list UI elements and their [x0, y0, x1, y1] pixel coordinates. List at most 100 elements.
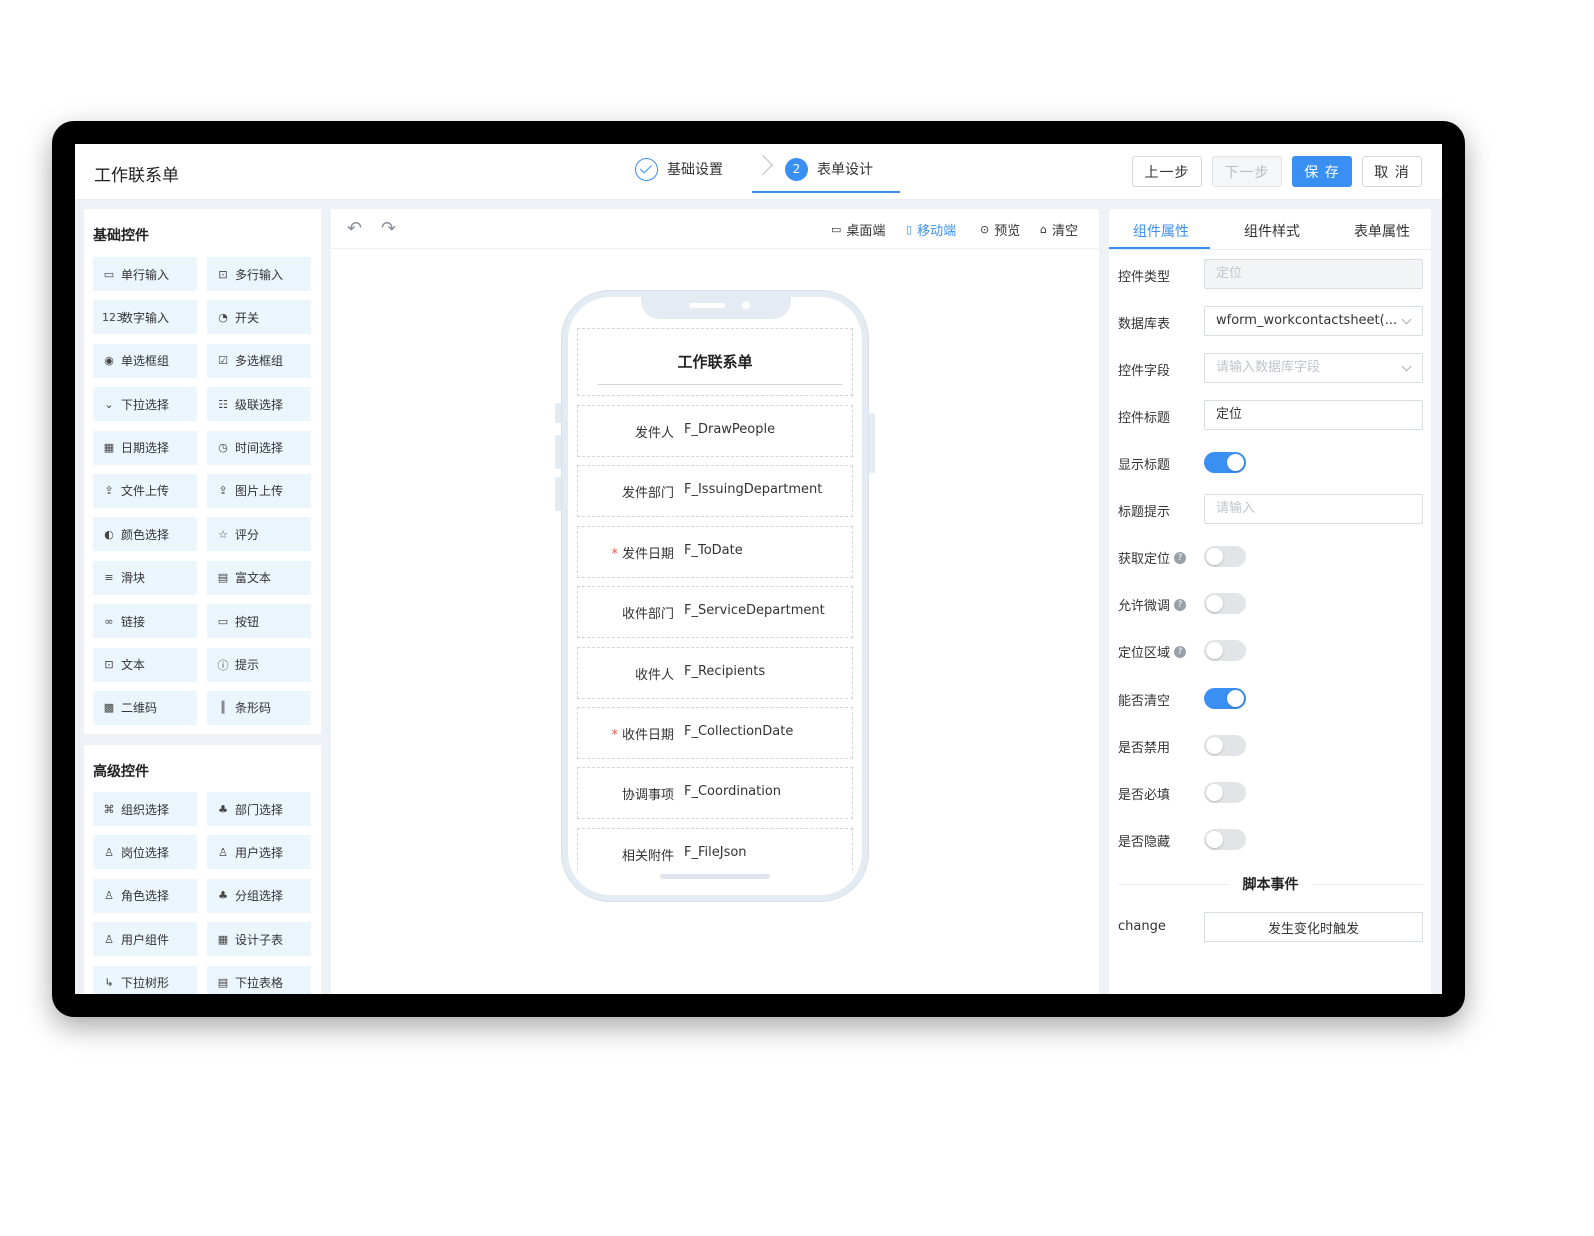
- component-item[interactable]: ♣ 分组选择: [207, 878, 311, 913]
- show-title-toggle[interactable]: [1204, 452, 1246, 473]
- component-item[interactable]: ♙ 用户选择: [207, 835, 311, 870]
- component-item[interactable]: ◐ 颜色选择: [93, 517, 197, 552]
- fine-tune-toggle[interactable]: [1204, 593, 1246, 614]
- component-item[interactable]: ☷ 级联选择: [207, 387, 311, 422]
- component-item[interactable]: ♙ 角色选择: [93, 878, 197, 913]
- prop-location-area: 定位区域?: [1118, 635, 1423, 665]
- step-form-design[interactable]: 2 表单设计: [785, 144, 873, 194]
- component-item[interactable]: ♙ 岗位选择: [93, 835, 197, 870]
- field-binding: F_DrawPeople: [684, 422, 776, 437]
- clear-button[interactable]: ⌂ 清空: [1040, 220, 1078, 239]
- form-field[interactable]: 收件人 F_Recipients: [577, 646, 853, 699]
- form-field[interactable]: 收件部门 F_ServiceDepartment: [577, 586, 853, 639]
- form-field[interactable]: * 发件日期 F_ToDate: [577, 525, 853, 578]
- redo-icon[interactable]: ↷: [381, 218, 396, 239]
- tab-form-props[interactable]: 表单属性: [1354, 221, 1410, 241]
- component-icon: 123: [102, 310, 123, 324]
- component-item[interactable]: ☆ 评分: [207, 517, 311, 552]
- component-item[interactable]: ▤ 富文本: [207, 560, 311, 595]
- component-item[interactable]: ⊡ 文本: [93, 647, 197, 682]
- control-title-input[interactable]: 定位: [1204, 400, 1423, 430]
- component-item[interactable]: ◔ 开关: [207, 300, 311, 335]
- component-item[interactable]: ▩ 二维码: [93, 690, 197, 725]
- component-item[interactable]: ║ 条形码: [207, 690, 311, 725]
- component-item[interactable]: ⊡ 多行输入: [207, 257, 311, 291]
- component-item[interactable]: ⇪ 文件上传: [93, 473, 197, 508]
- component-item[interactable]: ▭ 按钮: [207, 604, 311, 639]
- event-change-row: change 发生变化时触发: [1118, 912, 1423, 942]
- component-label: 数字输入: [121, 310, 170, 325]
- cancel-button[interactable]: 取 消: [1362, 156, 1422, 187]
- advanced-components-grid: ⌘ 组织选择 ♣ 部门选择 ♙ 岗位选择 ♙ 用户选择 ♙ 角色选择 ♣ 分组选择 ♙ 用户组件 ▦ 设计子表…: [93, 792, 311, 994]
- component-label: 提示: [235, 658, 260, 673]
- disabled-toggle[interactable]: [1204, 735, 1246, 756]
- required-toggle[interactable]: [1204, 782, 1246, 803]
- component-item[interactable]: ⓘ 提示: [207, 647, 311, 682]
- component-item[interactable]: ☑ 多选框组: [207, 343, 311, 378]
- change-event-button[interactable]: 发生变化时触发: [1204, 912, 1423, 942]
- hidden-toggle[interactable]: [1204, 829, 1246, 850]
- preview-button[interactable]: ⊙ 预览: [980, 220, 1020, 239]
- component-item[interactable]: ♙ 用户组件: [93, 922, 197, 957]
- component-item[interactable]: ⌄ 下拉选择: [93, 387, 197, 422]
- component-item[interactable]: ⇪ 图片上传: [207, 473, 311, 508]
- field-label-text: 协调事项: [621, 788, 674, 804]
- form-field[interactable]: 协调事项 F_Coordination: [577, 767, 853, 820]
- component-item[interactable]: ◉ 单选框组: [93, 343, 197, 378]
- component-item[interactable]: ▦ 日期选择: [93, 430, 197, 465]
- component-item[interactable]: ≡ 滑块: [93, 560, 197, 595]
- control-field-select[interactable]: 请输入数据库字段: [1204, 353, 1423, 383]
- component-item[interactable]: ◷ 时间选择: [207, 430, 311, 465]
- get-location-toggle[interactable]: [1204, 546, 1246, 567]
- db-table-select[interactable]: wform_workcontactsheet(...: [1204, 306, 1423, 336]
- prop-label: 能否清空: [1118, 694, 1171, 709]
- prop-control-type: 控件类型 定位: [1118, 259, 1423, 289]
- tab-component-style[interactable]: 组件样式: [1244, 221, 1300, 241]
- required-asterisk: *: [611, 727, 618, 743]
- component-label: 部门选择: [235, 802, 284, 817]
- component-label: 二维码: [121, 701, 158, 716]
- component-icon: ♙: [104, 845, 114, 859]
- form-field[interactable]: 发件部门 F_IssuingDepartment: [577, 465, 853, 518]
- component-icon: ≡: [104, 571, 114, 585]
- component-item[interactable]: ♣ 部门选择: [207, 792, 311, 826]
- basic-components-panel: 基础控件 ▭ 单行输入 ⊡ 多行输入 123 数字输入 ◔ 开关 ◉ 单选框组 ☑ 多选框组 ⌄ 下拉选择…: [84, 209, 321, 734]
- field-label: 协调事项: [622, 784, 674, 803]
- prop-get-location: 获取定位?: [1118, 541, 1423, 571]
- form-field[interactable]: * 收件日期 F_CollectionDate: [577, 706, 853, 759]
- field-label: 发件部门: [622, 482, 674, 501]
- field-label-text: 发件人: [634, 426, 674, 441]
- tool-label: 清空: [1051, 224, 1078, 239]
- form-field[interactable]: 发件人 F_DrawPeople: [577, 405, 853, 457]
- component-item[interactable]: ↳ 下拉树形: [93, 965, 197, 994]
- form-title-block[interactable]: 工作联系单: [577, 328, 853, 396]
- component-item[interactable]: 123 数字输入: [93, 300, 197, 335]
- mobile-view-button[interactable]: ▯ 移动端: [906, 220, 956, 239]
- component-item[interactable]: ▤ 下拉表格: [207, 965, 311, 994]
- component-item[interactable]: ▭ 单行输入: [93, 257, 197, 291]
- tab-component-props[interactable]: 组件属性: [1133, 221, 1189, 241]
- component-item[interactable]: ⌘ 组织选择: [93, 792, 197, 826]
- component-icon: ♙: [104, 932, 114, 946]
- component-icon: ⌄: [104, 397, 114, 411]
- desktop-view-button[interactable]: ▭ 桌面端: [831, 220, 885, 239]
- prop-label: 控件字段: [1118, 364, 1171, 379]
- help-icon[interactable]: ?: [1174, 645, 1187, 658]
- component-item[interactable]: ∞ 链接: [93, 604, 197, 639]
- next-button[interactable]: 下一步: [1212, 156, 1282, 187]
- form-fields: 发件人 F_DrawPeople 发件部门 F_IssuingDepartment * 发…: [577, 405, 853, 873]
- phone-notch: [641, 291, 791, 319]
- prev-button[interactable]: 上一步: [1132, 156, 1202, 187]
- help-icon[interactable]: ?: [1174, 598, 1187, 611]
- title-tip-input[interactable]: 请输入: [1204, 494, 1423, 524]
- undo-icon[interactable]: ↶: [347, 218, 362, 239]
- component-item[interactable]: ▦ 设计子表: [207, 922, 311, 957]
- component-label: 文本: [121, 658, 146, 673]
- clearable-toggle[interactable]: [1204, 688, 1246, 709]
- save-button[interactable]: 保 存: [1292, 156, 1352, 187]
- properties-panel: 组件属性 组件样式 表单属性 控件类型 定位 数据库表 wform_workco…: [1109, 209, 1431, 994]
- location-area-toggle[interactable]: [1204, 640, 1246, 661]
- help-icon[interactable]: ?: [1174, 551, 1187, 564]
- step-basic-settings[interactable]: 基础设置: [635, 144, 723, 194]
- form-field[interactable]: 相关附件 F_FileJson: [577, 827, 853, 873]
